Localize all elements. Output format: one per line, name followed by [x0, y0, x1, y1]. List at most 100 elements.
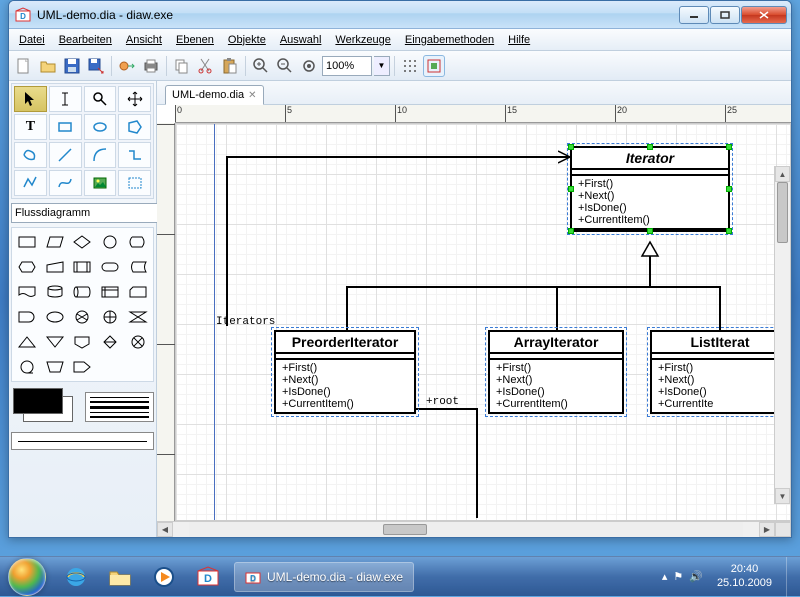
outline-tool[interactable]: [118, 170, 151, 196]
flowchart-preparation[interactable]: [14, 255, 41, 279]
line-style-swatch[interactable]: [11, 432, 154, 450]
taskbar-dia-icon[interactable]: D: [188, 562, 228, 592]
menu-bearbeiten[interactable]: Bearbeiten: [53, 32, 118, 48]
taskbar-ie-icon[interactable]: [56, 562, 96, 592]
drawing-canvas[interactable]: Iterator +First() +Next() +IsDone() +Cur…: [175, 123, 791, 521]
color-swatch[interactable]: [11, 386, 81, 428]
flowchart-manual-input[interactable]: [42, 255, 69, 279]
flowchart-ellipse2[interactable]: [42, 305, 69, 329]
uml-class-array[interactable]: ArrayIterator +First() +Next() +IsDone()…: [488, 330, 624, 414]
zoom-fit-icon[interactable]: [298, 55, 320, 77]
print-icon[interactable]: [140, 55, 162, 77]
text-tool[interactable]: T: [14, 114, 47, 140]
beziergon-tool[interactable]: [14, 142, 47, 168]
shape-palette: [11, 227, 154, 382]
tray-flag-icon[interactable]: ⚑: [673, 570, 683, 583]
flowchart-delay[interactable]: [14, 305, 41, 329]
menu-ansicht[interactable]: Ansicht: [120, 32, 168, 48]
new-file-icon[interactable]: [13, 55, 35, 77]
flowchart-collate[interactable]: [124, 305, 151, 329]
menu-objekte[interactable]: Objekte: [222, 32, 272, 48]
menu-datei[interactable]: Datei: [13, 32, 51, 48]
tray-volume-icon[interactable]: 🔊: [689, 570, 703, 583]
flowchart-card[interactable]: [124, 280, 151, 304]
flowchart-magnetic-disk[interactable]: [42, 280, 69, 304]
tab-close-icon[interactable]: ✕: [248, 90, 256, 101]
document-tab[interactable]: UML-demo.dia ✕: [165, 85, 264, 105]
zigzag-tool[interactable]: [118, 142, 151, 168]
pointer-tool[interactable]: [14, 86, 47, 112]
zoom-dropdown[interactable]: ▼: [374, 56, 390, 76]
zoom-tool[interactable]: [84, 86, 117, 112]
flowchart-connector[interactable]: [97, 230, 124, 254]
flowchart-tape[interactable]: [14, 355, 41, 379]
menu-auswahl[interactable]: Auswahl: [274, 32, 328, 48]
open-file-icon[interactable]: [37, 55, 59, 77]
uml-class-iterator[interactable]: Iterator +First() +Next() +IsDone() +Cur…: [570, 146, 730, 232]
taskbar-mediaplayer-icon[interactable]: [144, 562, 184, 592]
box-tool[interactable]: [49, 114, 82, 140]
horizontal-scrollbar[interactable]: ◀ ▶: [157, 521, 791, 537]
flowchart-direct-data[interactable]: [69, 280, 96, 304]
zoom-in-icon[interactable]: [250, 55, 272, 77]
taskbar-explorer-icon[interactable]: [100, 562, 140, 592]
snap-object-icon[interactable]: [423, 55, 445, 77]
label-root[interactable]: +root: [426, 396, 459, 408]
image-tool[interactable]: [84, 170, 117, 196]
taskbar-app-button[interactable]: D UML-demo.dia - diaw.exe: [234, 562, 414, 592]
flowchart-manual-op[interactable]: [42, 355, 69, 379]
ellipse-tool[interactable]: [84, 114, 117, 140]
copy-icon[interactable]: [171, 55, 193, 77]
flowchart-terminal[interactable]: [97, 255, 124, 279]
polyline-tool[interactable]: [14, 170, 47, 196]
flowchart-io[interactable]: [42, 230, 69, 254]
snap-grid-icon[interactable]: [399, 55, 421, 77]
flowchart-or[interactable]: [97, 305, 124, 329]
save-icon[interactable]: [61, 55, 83, 77]
maximize-button[interactable]: [710, 6, 740, 24]
close-button[interactable]: [741, 6, 787, 24]
text-edit-tool[interactable]: [49, 86, 82, 112]
start-button[interactable]: [0, 557, 54, 597]
flowchart-offpage[interactable]: [69, 330, 96, 354]
label-iterators[interactable]: Iterators: [216, 316, 275, 328]
export-icon[interactable]: [116, 55, 138, 77]
show-desktop-button[interactable]: [786, 557, 796, 597]
tray-show-hidden-icon[interactable]: ▴: [662, 570, 668, 583]
cut-icon[interactable]: [195, 55, 217, 77]
polygon-tool[interactable]: [118, 114, 151, 140]
flowchart-sum[interactable]: [69, 305, 96, 329]
arc-tool[interactable]: [84, 142, 117, 168]
menu-eingabemethoden[interactable]: Eingabemethoden: [399, 32, 500, 48]
tray-clock[interactable]: 20:40 25.10.2009: [709, 563, 780, 589]
flowchart-summing[interactable]: [124, 330, 151, 354]
paste-icon[interactable]: [219, 55, 241, 77]
flowchart-display[interactable]: [124, 230, 151, 254]
menu-werkzeuge[interactable]: Werkzeuge: [329, 32, 396, 48]
titlebar[interactable]: D UML-demo.dia - diaw.exe: [9, 1, 791, 29]
save-as-icon[interactable]: [85, 55, 107, 77]
zoom-input[interactable]: [322, 56, 372, 76]
vertical-scrollbar[interactable]: ▲ ▼: [774, 166, 790, 504]
flowchart-merge[interactable]: [42, 330, 69, 354]
flowchart-transmittal[interactable]: [69, 355, 96, 379]
uml-class-list[interactable]: ListIterat +First() +Next() +IsDone() +C…: [650, 330, 790, 414]
menu-ebenen[interactable]: Ebenen: [170, 32, 220, 48]
bezier-tool[interactable]: [49, 170, 82, 196]
flowchart-extract[interactable]: [14, 330, 41, 354]
flowchart-decision[interactable]: [69, 230, 96, 254]
minimize-button[interactable]: [679, 6, 709, 24]
flowchart-sort[interactable]: [97, 330, 124, 354]
shape-category-select[interactable]: [11, 203, 161, 223]
flowchart-internal-storage[interactable]: [97, 280, 124, 304]
uml-class-preorder[interactable]: PreorderIterator +First() +Next() +IsDon…: [274, 330, 416, 414]
flowchart-predefined[interactable]: [69, 255, 96, 279]
flowchart-process[interactable]: [14, 230, 41, 254]
menu-hilfe[interactable]: Hilfe: [502, 32, 536, 48]
line-pattern-swatch[interactable]: [85, 392, 154, 422]
flowchart-document[interactable]: [14, 280, 41, 304]
scroll-tool[interactable]: [118, 86, 151, 112]
line-tool[interactable]: [49, 142, 82, 168]
zoom-out-icon[interactable]: [274, 55, 296, 77]
flowchart-stored-data[interactable]: [124, 255, 151, 279]
